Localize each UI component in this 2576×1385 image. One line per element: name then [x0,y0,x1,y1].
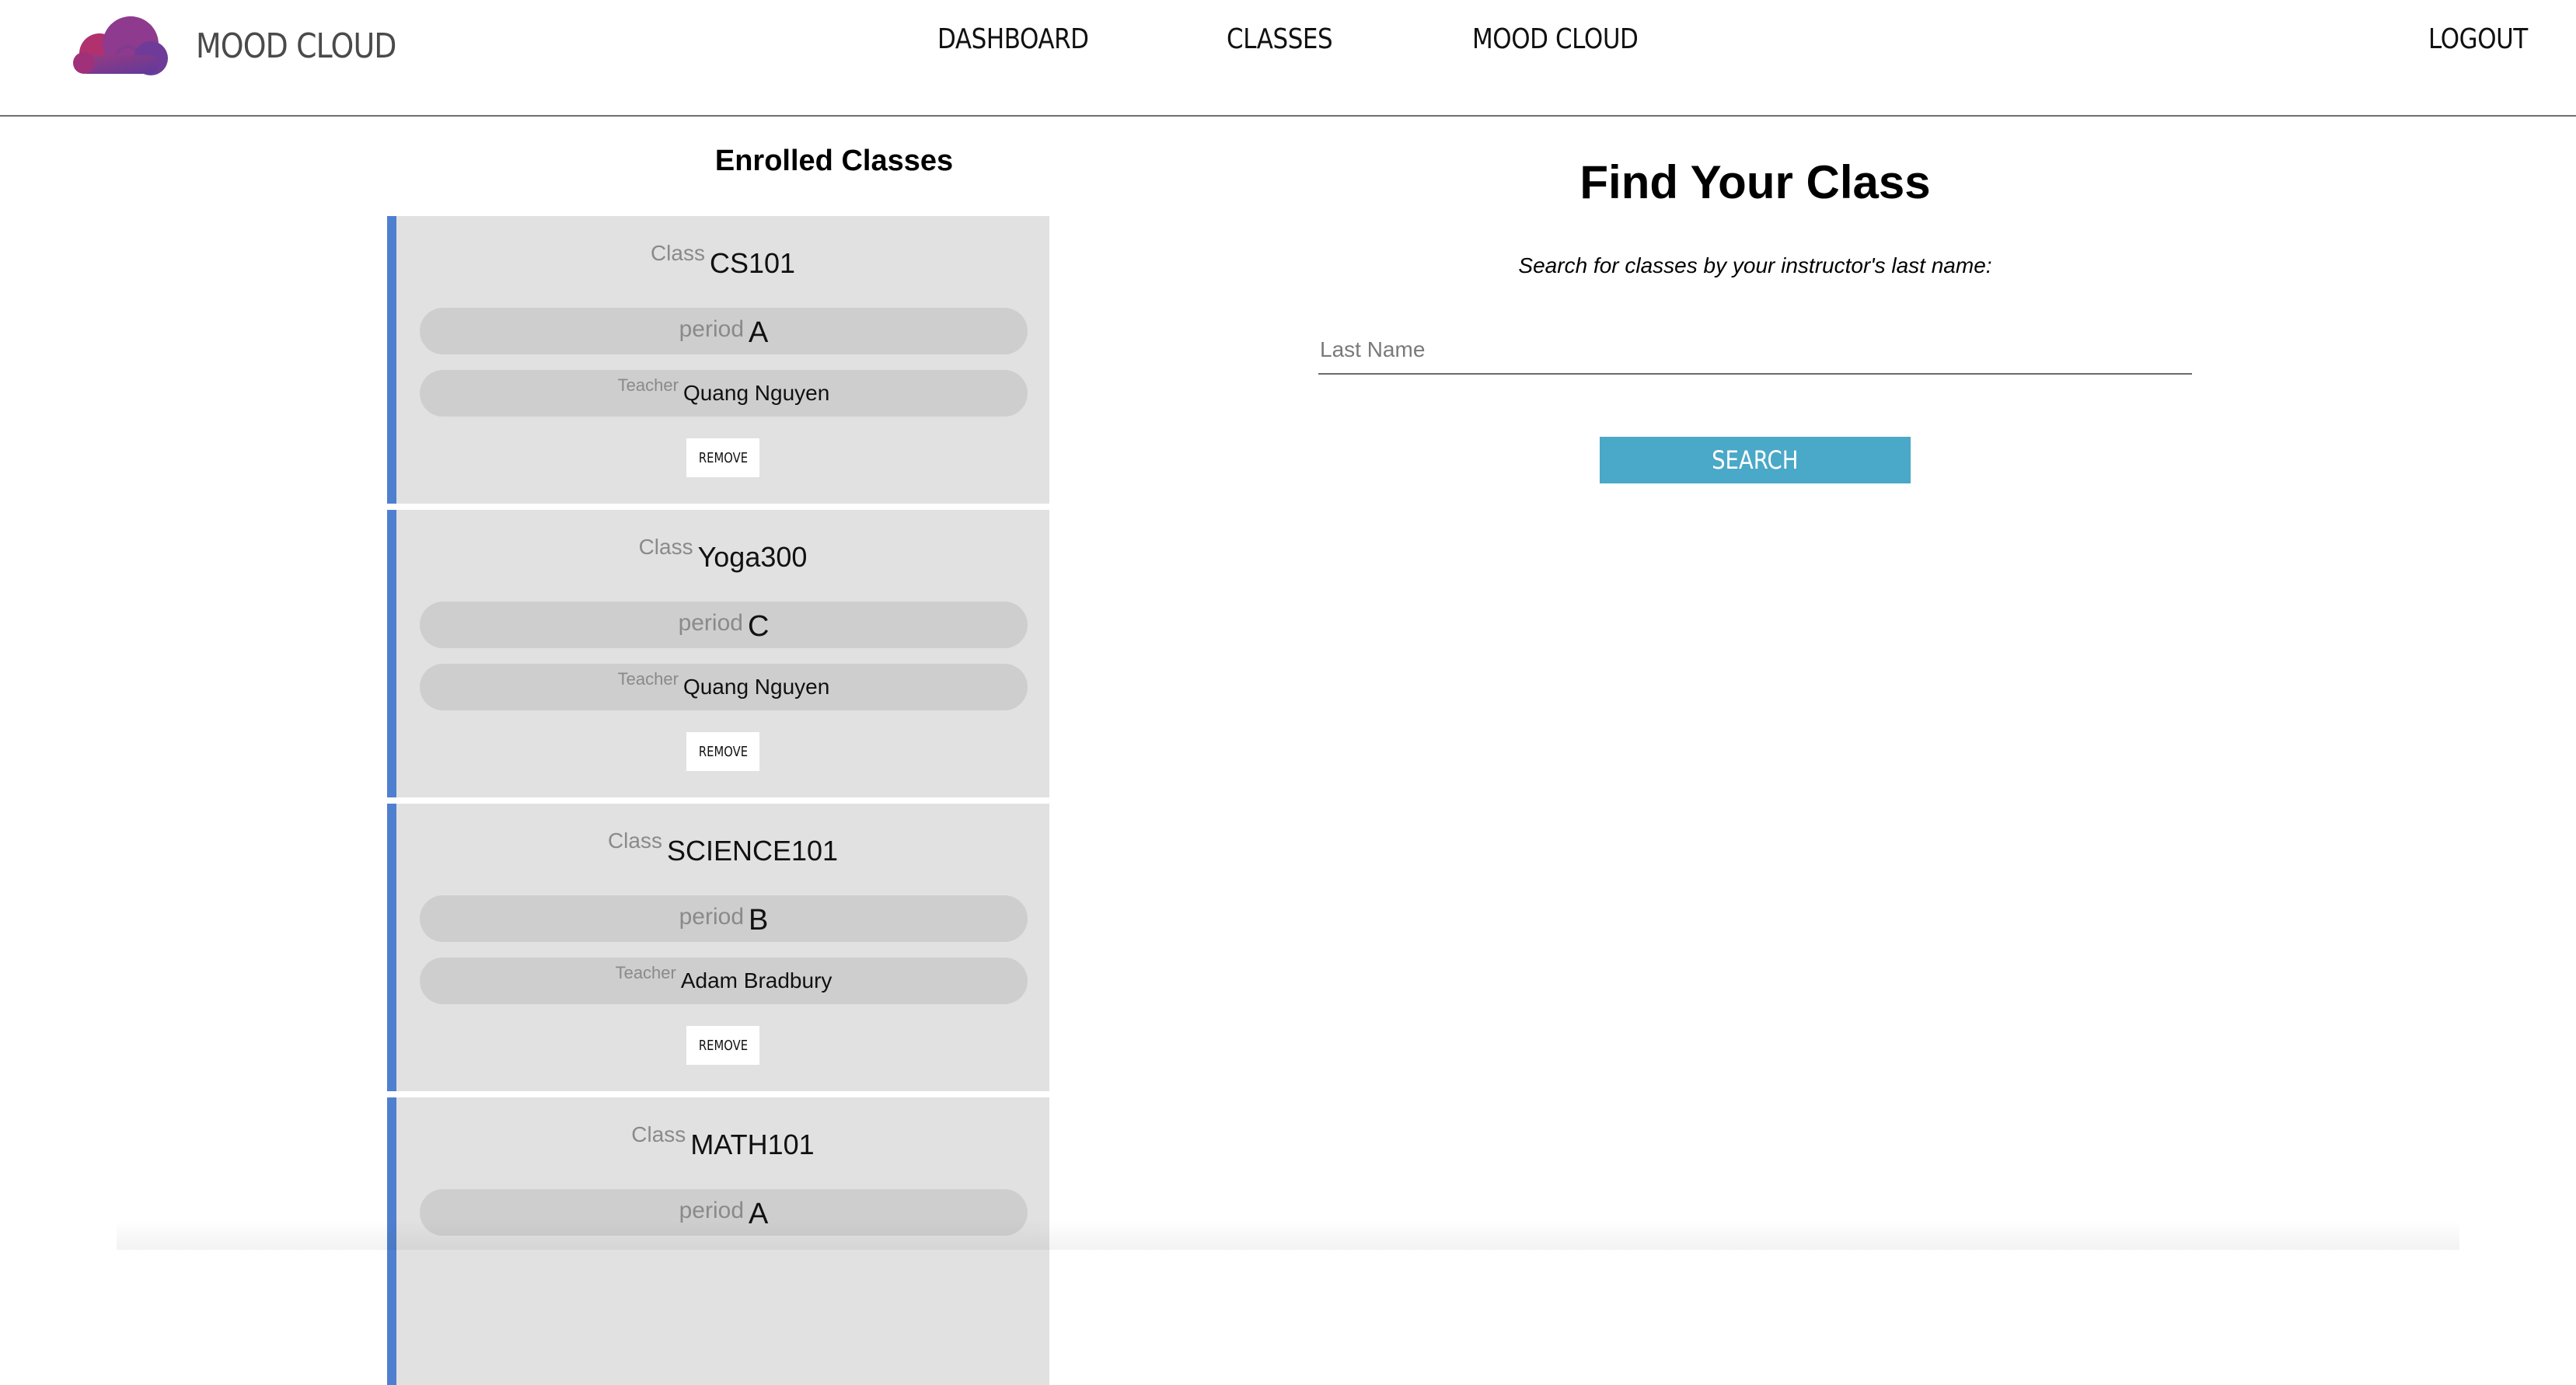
remove-button-label: REMOVE [698,1037,748,1054]
period-value: A [749,1198,769,1230]
remove-button[interactable]: REMOVE [686,732,759,771]
nav-dashboard-link[interactable]: DASHBOARD [937,23,1089,55]
class-label: Class [650,241,705,265]
teacher-pill: Teacher Adam Bradbury [420,958,1028,1004]
class-name-row: Class Yoga300 [396,535,1049,574]
remove-button[interactable]: REMOVE [686,438,759,477]
period-label: period [679,1198,745,1223]
find-class-heading: Find Your Class [1579,156,1931,208]
remove-button-label: REMOVE [698,449,748,466]
teacher-name: Quang Nguyen [682,675,830,699]
teacher-label: Teacher [615,963,676,982]
teacher-pill: Teacher Quang Nguyen [420,370,1028,417]
class-name: MATH101 [690,1129,815,1160]
cloud-logo-icon [62,15,173,77]
nav-classes-link[interactable]: CLASSES [1227,23,1333,55]
class-card: Class SCIENCE101 period B Teacher Adam Brad… [387,804,1049,1091]
period-pill: period C [420,602,1028,648]
class-card: Class MATH101 period A [387,1097,1049,1385]
enrolled-classes-heading: Enrolled Classes [714,145,954,177]
period-label: period [679,904,745,930]
nav-mood-cloud-link[interactable]: MOOD CLOUD [1472,23,1639,55]
brand[interactable]: MOOD CLOUD [62,11,428,81]
period-pill: period A [420,1189,1028,1236]
class-label: Class [638,535,693,559]
class-label: Class [607,829,662,853]
teacher-label: Teacher [617,669,679,689]
period-label: period [678,610,743,636]
class-name-row: Class CS101 [396,241,1049,280]
teacher-label: Teacher [617,375,679,395]
brand-title: MOOD CLOUD [196,26,396,66]
top-navbar: MOOD CLOUD DASHBOARD CLASSES MOOD CLOUD … [0,0,2576,117]
remove-button-label: REMOVE [698,743,748,760]
teacher-pill: Teacher Quang Nguyen [420,664,1028,710]
search-button-label: SEARCH [1712,445,1799,475]
period-value: C [747,610,770,643]
period-pill: period B [420,895,1028,942]
nav-logout-link[interactable]: LOGOUT [2428,23,2528,55]
class-name: CS101 [709,247,796,279]
last-name-input[interactable] [1318,326,2192,375]
class-label: Class [631,1122,686,1146]
teacher-name: Adam Bradbury [680,968,832,993]
period-label: period [679,316,745,342]
period-pill: period A [420,308,1028,354]
search-button[interactable]: SEARCH [1600,437,1911,483]
class-name: SCIENCE101 [666,835,839,867]
period-value: B [749,904,769,937]
find-class-instructions: Search for classes by your instructor's … [1518,253,1992,277]
period-value: A [749,316,769,349]
class-card: Class Yoga300 period C Teacher Quang Nguyen… [387,510,1049,797]
class-name: Yoga300 [697,541,808,573]
class-name-row: Class MATH101 [396,1122,1049,1161]
teacher-name: Quang Nguyen [682,381,830,405]
class-name-row: Class SCIENCE101 [396,829,1049,867]
class-card: Class CS101 period A Teacher Quang Nguyen R… [387,216,1049,504]
remove-button[interactable]: REMOVE [686,1026,759,1065]
